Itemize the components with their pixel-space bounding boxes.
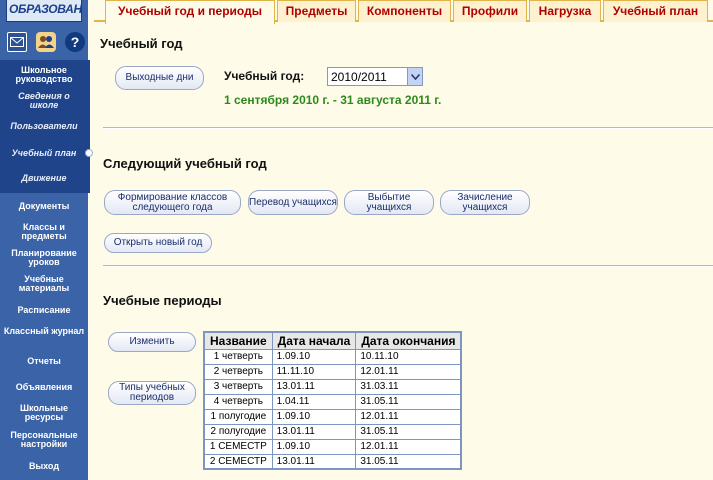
tab[interactable]: Компоненты: [358, 0, 451, 22]
open-new-year-button[interactable]: Открыть новый год: [104, 233, 212, 253]
tab[interactable]: Нагрузка: [529, 0, 601, 22]
school-year-select[interactable]: 2010/2011: [327, 67, 423, 86]
transfer-students-button[interactable]: Перевод учащихся: [248, 190, 338, 215]
table-cell: 3 четверть: [203, 378, 273, 395]
tab-bar: Учебный год и периоды Предметы Компоненты П…: [94, 0, 713, 24]
edit-periods-button[interactable]: Изменить: [108, 332, 196, 352]
table-cell: 12.01.11: [355, 363, 462, 380]
sidebar-item[interactable]: Объявления: [0, 383, 88, 392]
periods-table: Название Дата начала Дата окончания 1 четв…: [203, 331, 463, 470]
table-cell: 2 полугодие: [203, 423, 273, 440]
table-row: 1 СЕМЕСТР 1.09.10 12.01.11: [203, 438, 462, 455]
table-row: 2 четверть 11.11.10 12.01.11: [203, 363, 462, 380]
sidebar-item[interactable]: Движение: [0, 174, 88, 183]
holidays-button[interactable]: Выходные дни: [115, 66, 204, 90]
logo[interactable]: ОБРАЗОВАНИ: [6, 0, 82, 22]
table-cell: 13.01.11: [271, 453, 357, 470]
table-body: 1 четверть 1.09.10 10.11.10 2 четверть 11.11…: [203, 348, 462, 470]
form-classes-button[interactable]: Формирование классов следующего года: [104, 190, 241, 215]
sidebar-item[interactable]: Пользователи: [0, 122, 88, 131]
table-cell: 1 СЕМЕСТР: [203, 438, 273, 455]
table-header-row: Название Дата начала Дата окончания: [203, 331, 462, 350]
tab[interactable]: Учебный план: [603, 0, 708, 22]
divider: [103, 265, 713, 267]
table-cell: 1 полугодие: [203, 408, 273, 425]
tab[interactable]: Учебный год и периоды: [105, 0, 275, 24]
table-cell: 1 четверть: [203, 348, 273, 365]
table-cell: 12.01.11: [355, 438, 462, 455]
table-cell: 13.01.11: [271, 378, 357, 395]
sidebar-item[interactable]: Классный журнал: [0, 327, 88, 336]
table-cell: 4 четверть: [203, 393, 273, 410]
next-year-heading: Следующий учебный год: [103, 156, 267, 171]
enroll-students-button[interactable]: Зачисление учащихся: [440, 190, 530, 215]
column-header[interactable]: Дата начала: [271, 331, 357, 350]
table-cell: 2 СЕМЕСТР: [203, 453, 273, 470]
table-row: 2 полугодие 13.01.11 31.05.11: [203, 423, 462, 440]
tab[interactable]: Предметы: [277, 0, 356, 22]
sidebar-item[interactable]: Классы и предметы: [0, 223, 88, 241]
tab[interactable]: Профили: [453, 0, 527, 22]
table-row: 4 четверть 1.04.11 31.05.11: [203, 393, 462, 410]
table-row: 1 полугодие 1.09.10 12.01.11: [203, 408, 462, 425]
dropout-students-button[interactable]: Выбытие учащихся: [344, 190, 434, 215]
sidebar-item[interactable]: Персональные настройки: [0, 431, 88, 449]
table-cell: 31.05.11: [355, 393, 462, 410]
logo-text: ОБРАЗОВАНИ: [9, 2, 82, 16]
school-year-dates: 1 сентября 2010 г. - 31 августа 2011 г.: [224, 93, 442, 107]
table-cell: 1.09.10: [271, 408, 357, 425]
table-cell: 2 четверть: [203, 363, 273, 380]
table-row: 1 четверть 1.09.10 10.11.10: [203, 348, 462, 365]
table-cell: 31.05.11: [355, 423, 462, 440]
sidebar-item[interactable]: Выход: [0, 462, 88, 471]
school-year-heading: Учебный год: [100, 36, 183, 51]
periods-heading: Учебные периоды: [103, 293, 222, 308]
school-year-select-value: 2010/2011: [331, 70, 387, 84]
column-header[interactable]: Название: [203, 331, 273, 350]
table-cell: 31.03.11: [355, 378, 462, 395]
help-icon[interactable]: ?: [65, 32, 85, 52]
period-types-button[interactable]: Типы учебных периодов: [108, 381, 196, 405]
sidebar-item[interactable]: Учебные материалы: [0, 275, 88, 293]
sidebar-item[interactable]: Учебный план: [0, 149, 88, 158]
school-year-label: Учебный год:: [224, 69, 305, 83]
sidebar: ОБРАЗОВАНИ ? Школьное руководство Сведени…: [0, 0, 93, 480]
table-cell: 31.05.11: [355, 453, 462, 470]
table-cell: 1.09.10: [271, 348, 357, 365]
sidebar-item[interactable]: Планирование уроков: [0, 249, 88, 267]
column-header[interactable]: Дата окончания: [355, 331, 462, 350]
active-indicator-icon: [85, 149, 93, 157]
chevron-down-icon[interactable]: [407, 68, 422, 85]
table-cell: 10.11.10: [355, 348, 462, 365]
sidebar-item[interactable]: Школьные ресурсы: [0, 404, 88, 422]
mail-icon[interactable]: [7, 32, 27, 52]
table-cell: 1.09.10: [271, 438, 357, 455]
table-cell: 1.04.11: [271, 393, 357, 410]
table-row: 3 четверть 13.01.11 31.03.11: [203, 378, 462, 395]
sidebar-item[interactable]: Документы: [0, 202, 88, 211]
table-cell: 13.01.11: [271, 423, 357, 440]
table-cell: 11.11.10: [271, 363, 357, 380]
sidebar-item[interactable]: Школьное руководство: [0, 66, 88, 84]
sidebar-item[interactable]: Расписание: [0, 306, 88, 315]
divider: [103, 127, 713, 129]
sidebar-icon-row: ?: [7, 32, 85, 52]
sidebar-item[interactable]: Сведения о школе: [0, 92, 88, 110]
table-cell: 12.01.11: [355, 408, 462, 425]
sidebar-item[interactable]: Отчеты: [0, 357, 88, 366]
users-icon[interactable]: [36, 32, 56, 52]
table-row: 2 СЕМЕСТР 13.01.11 31.05.11: [203, 453, 462, 470]
